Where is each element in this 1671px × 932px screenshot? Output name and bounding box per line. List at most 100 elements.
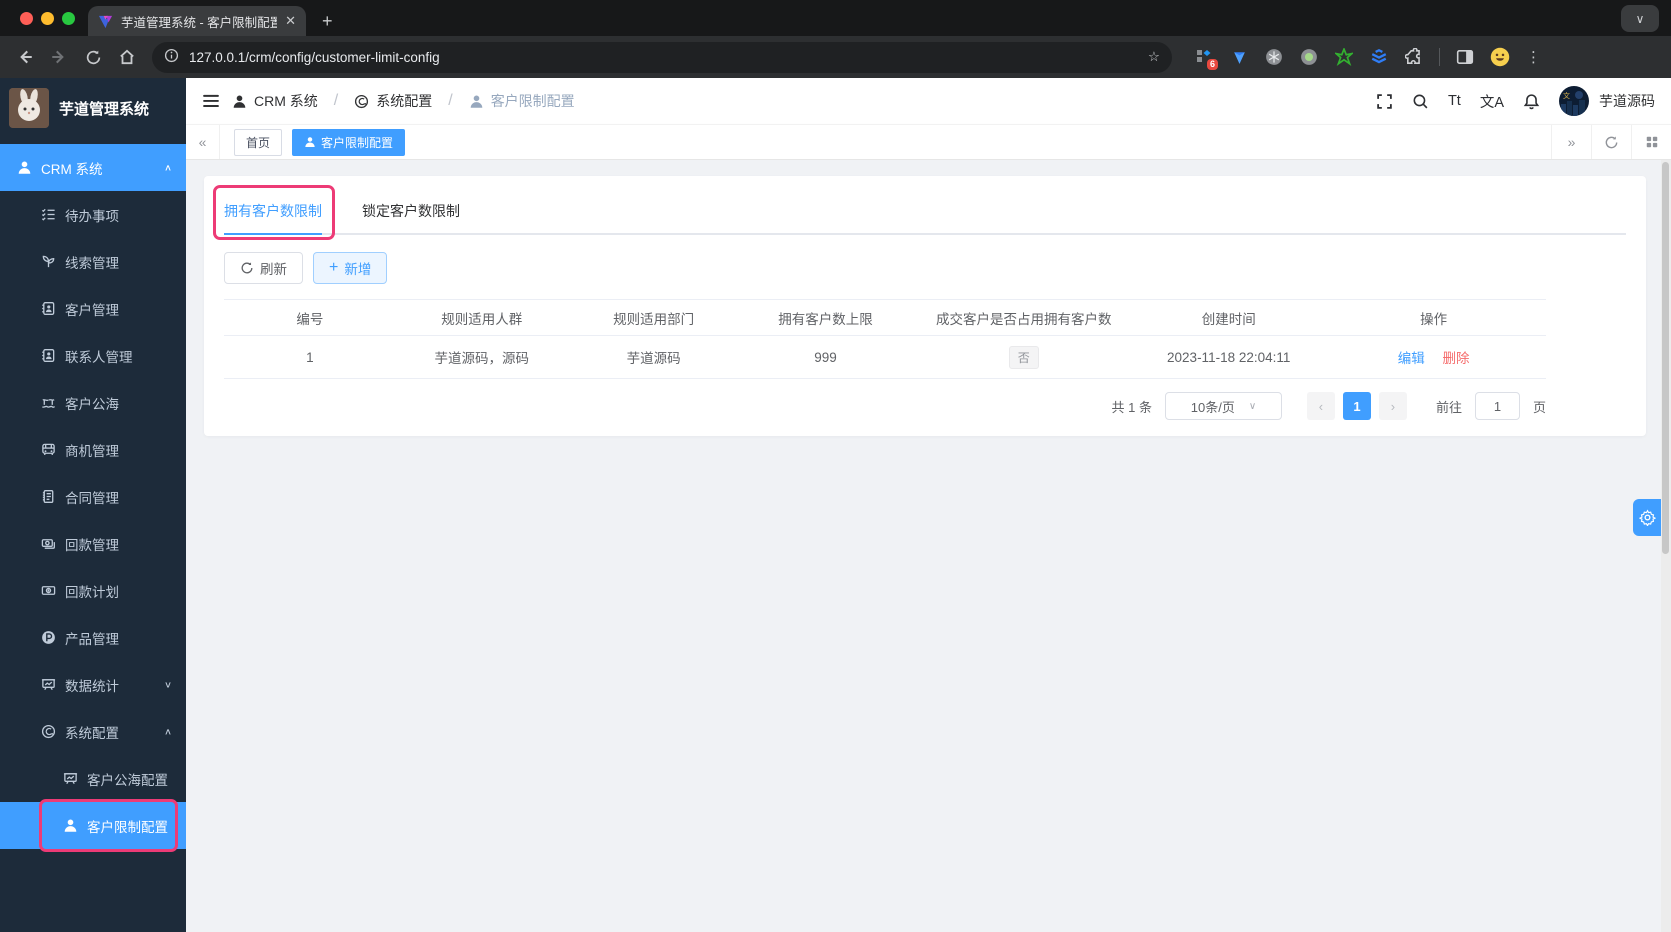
sidebar-item-business[interactable]: 商机管理	[0, 426, 186, 473]
next-page-button[interactable]: ›	[1378, 392, 1407, 420]
extension-diamond-icon[interactable]	[1229, 47, 1249, 67]
sidebar-item-data-stats[interactable]: 数据统计 ∨	[0, 661, 186, 708]
new-tab-button[interactable]: +	[322, 6, 333, 36]
todo-icon	[41, 208, 55, 221]
forward-icon[interactable]	[44, 42, 74, 72]
home-icon[interactable]	[112, 42, 142, 72]
tags-refresh-icon[interactable]	[1591, 125, 1631, 159]
tags-scroll-right-icon[interactable]: »	[1551, 125, 1591, 159]
user-icon	[233, 95, 246, 108]
font-size-icon[interactable]: Tt	[1448, 93, 1461, 109]
header-username[interactable]: 芋道源码	[1599, 91, 1655, 111]
sidebar-item-leads[interactable]: 线索管理	[0, 238, 186, 285]
sidebar-item-crm-system[interactable]: CRM 系统 ∧	[0, 144, 186, 191]
translate-icon[interactable]: 文A	[1480, 91, 1504, 112]
sidebar-item-customer[interactable]: 客户管理	[0, 285, 186, 332]
browser-profile-avatar[interactable]	[1490, 47, 1510, 67]
extension-snowflake-icon[interactable]	[1264, 47, 1284, 67]
contacts-icon	[42, 349, 55, 362]
plus-icon: +	[329, 259, 339, 276]
sidebar-item-system-config[interactable]: 系统配置 ∧	[0, 708, 186, 755]
cell-deal-occupy: 否	[911, 335, 1137, 379]
site-favicon	[98, 15, 113, 28]
config-icon	[355, 94, 369, 108]
collapse-menu-icon[interactable]	[202, 92, 220, 110]
sidebar-item-contacts[interactable]: 联系人管理	[0, 332, 186, 379]
sidebar-item-label: 客户公海	[65, 396, 119, 412]
delete-link[interactable]: 删除	[1443, 351, 1470, 366]
browser-menu-icon[interactable]: ⋮	[1526, 48, 1542, 66]
tab-lock-customer-limit[interactable]: 锁定客户数限制	[362, 194, 460, 233]
extensions-puzzle-icon[interactable]	[1404, 47, 1424, 67]
sidebar-item-contract[interactable]: 合同管理	[0, 473, 186, 520]
goto-page-input[interactable]	[1474, 392, 1520, 420]
tab-own-customer-limit[interactable]: 拥有客户数限制	[213, 185, 335, 240]
content-tabs: 拥有客户数限制 锁定客户数限制	[213, 185, 1626, 240]
tab-overview-chevron-icon[interactable]: ∨	[1621, 5, 1659, 32]
sidebar-item-label: 联系人管理	[65, 349, 133, 365]
page-scrollbar[interactable]	[1661, 160, 1671, 932]
tags-scroll-left-icon[interactable]: «	[186, 125, 220, 159]
maximize-window-button[interactable]	[62, 11, 75, 25]
tags-layout-grid-icon[interactable]	[1631, 125, 1671, 159]
product-icon	[42, 631, 55, 644]
scrollbar-thumb[interactable]	[1662, 162, 1669, 554]
site-info-icon[interactable]	[164, 48, 179, 66]
extension-layers-icon[interactable]	[1369, 47, 1389, 67]
back-icon[interactable]	[10, 42, 40, 72]
search-icon[interactable]	[1412, 93, 1429, 110]
sidebar-item-todo[interactable]: 待办事项	[0, 191, 186, 238]
fullscreen-icon[interactable]	[1376, 93, 1393, 110]
extension-green-dot-icon[interactable]	[1299, 47, 1319, 67]
edit-link[interactable]: 编辑	[1398, 351, 1425, 366]
address-bar[interactable]: 127.0.0.1/crm/config/customer-limit-conf…	[152, 41, 1172, 73]
chevron-down-icon: ∨	[163, 680, 172, 690]
reload-icon[interactable]	[78, 42, 108, 72]
browser-tab[interactable]: 芋道管理系统 - 客户限制配置 ✕	[88, 6, 306, 36]
bell-icon[interactable]	[1523, 93, 1540, 110]
page-1-button[interactable]: 1	[1342, 392, 1371, 420]
page-size-select[interactable]: 10条/页 ∨	[1164, 392, 1282, 420]
breadcrumb-item-system-config[interactable]: 系统配置	[354, 91, 432, 111]
breadcrumb-item-crm[interactable]: CRM 系统	[232, 91, 318, 111]
chevron-down-icon: ∨	[1248, 400, 1257, 412]
theme-settings-button[interactable]	[1633, 499, 1661, 536]
sidebar-item-customer-limit-config[interactable]: 客户限制配置	[0, 799, 186, 852]
sidebar-item-label: 数据统计	[65, 678, 119, 694]
extension-pinwheel-icon[interactable]	[1334, 47, 1354, 67]
tag-home[interactable]: 首页	[234, 128, 283, 156]
minimize-window-button[interactable]	[41, 11, 54, 25]
sidebar-item-receivable[interactable]: 回款管理	[0, 520, 186, 567]
macos-window-controls	[8, 0, 87, 36]
side-panel-icon[interactable]	[1455, 47, 1475, 67]
sidebar-item-label: 待办事项	[65, 208, 119, 224]
browser-titlebar: 芋道管理系统 - 客户限制配置 ✕ + ∨	[0, 0, 1671, 36]
add-button[interactable]: + 新增	[313, 252, 388, 284]
breadcrumb-separator: /	[448, 92, 453, 109]
tag-customer-limit-config[interactable]: 客户限制配置	[292, 128, 406, 156]
sidebar-item-customer-pool[interactable]: 客户公海	[0, 379, 186, 426]
close-tab-icon[interactable]: ✕	[285, 13, 296, 29]
sidebar-item-pool-config[interactable]: 客户公海配置	[0, 755, 186, 802]
prev-page-button[interactable]: ‹	[1306, 392, 1335, 420]
refresh-button[interactable]: 刷新	[224, 252, 303, 284]
sidebar-item-receivable-plan[interactable]: 回款计划	[0, 567, 186, 614]
toolbar-divider	[1439, 48, 1440, 66]
leads-icon	[42, 255, 55, 268]
sidebar-item-label: 客户公海配置	[87, 772, 168, 788]
column-header-rule-dept: 规则适用部门	[567, 299, 740, 336]
table-row: 1 芋道源码，源码 芋道源码 999 否 2023-11-18 22:04:11…	[224, 335, 1546, 379]
user-avatar[interactable]: 文	[1559, 86, 1589, 116]
plan-icon	[41, 586, 56, 595]
sidebar-item-product[interactable]: 产品管理	[0, 614, 186, 661]
sidebar-item-label: CRM 系统	[41, 161, 103, 177]
app-logo[interactable]: 芋道管理系统	[0, 78, 186, 138]
customer-icon	[42, 302, 55, 315]
sidebar-item-label: 商机管理	[65, 443, 119, 459]
extension-grid-badge-icon[interactable]: 6	[1194, 47, 1218, 70]
main-column: CRM 系统 / 系统配置 / 客户限制配置 Tt 文A 文 芋道源码 « 首页…	[186, 78, 1671, 932]
bookmark-star-icon[interactable]: ☆	[1148, 49, 1160, 65]
user-icon	[470, 95, 482, 108]
close-window-button[interactable]	[20, 11, 33, 25]
sidebar-menu: CRM 系统 ∧ 待办事项 线索管理 客户管理 联系人管理 客户公海 商机管理 …	[0, 138, 186, 852]
